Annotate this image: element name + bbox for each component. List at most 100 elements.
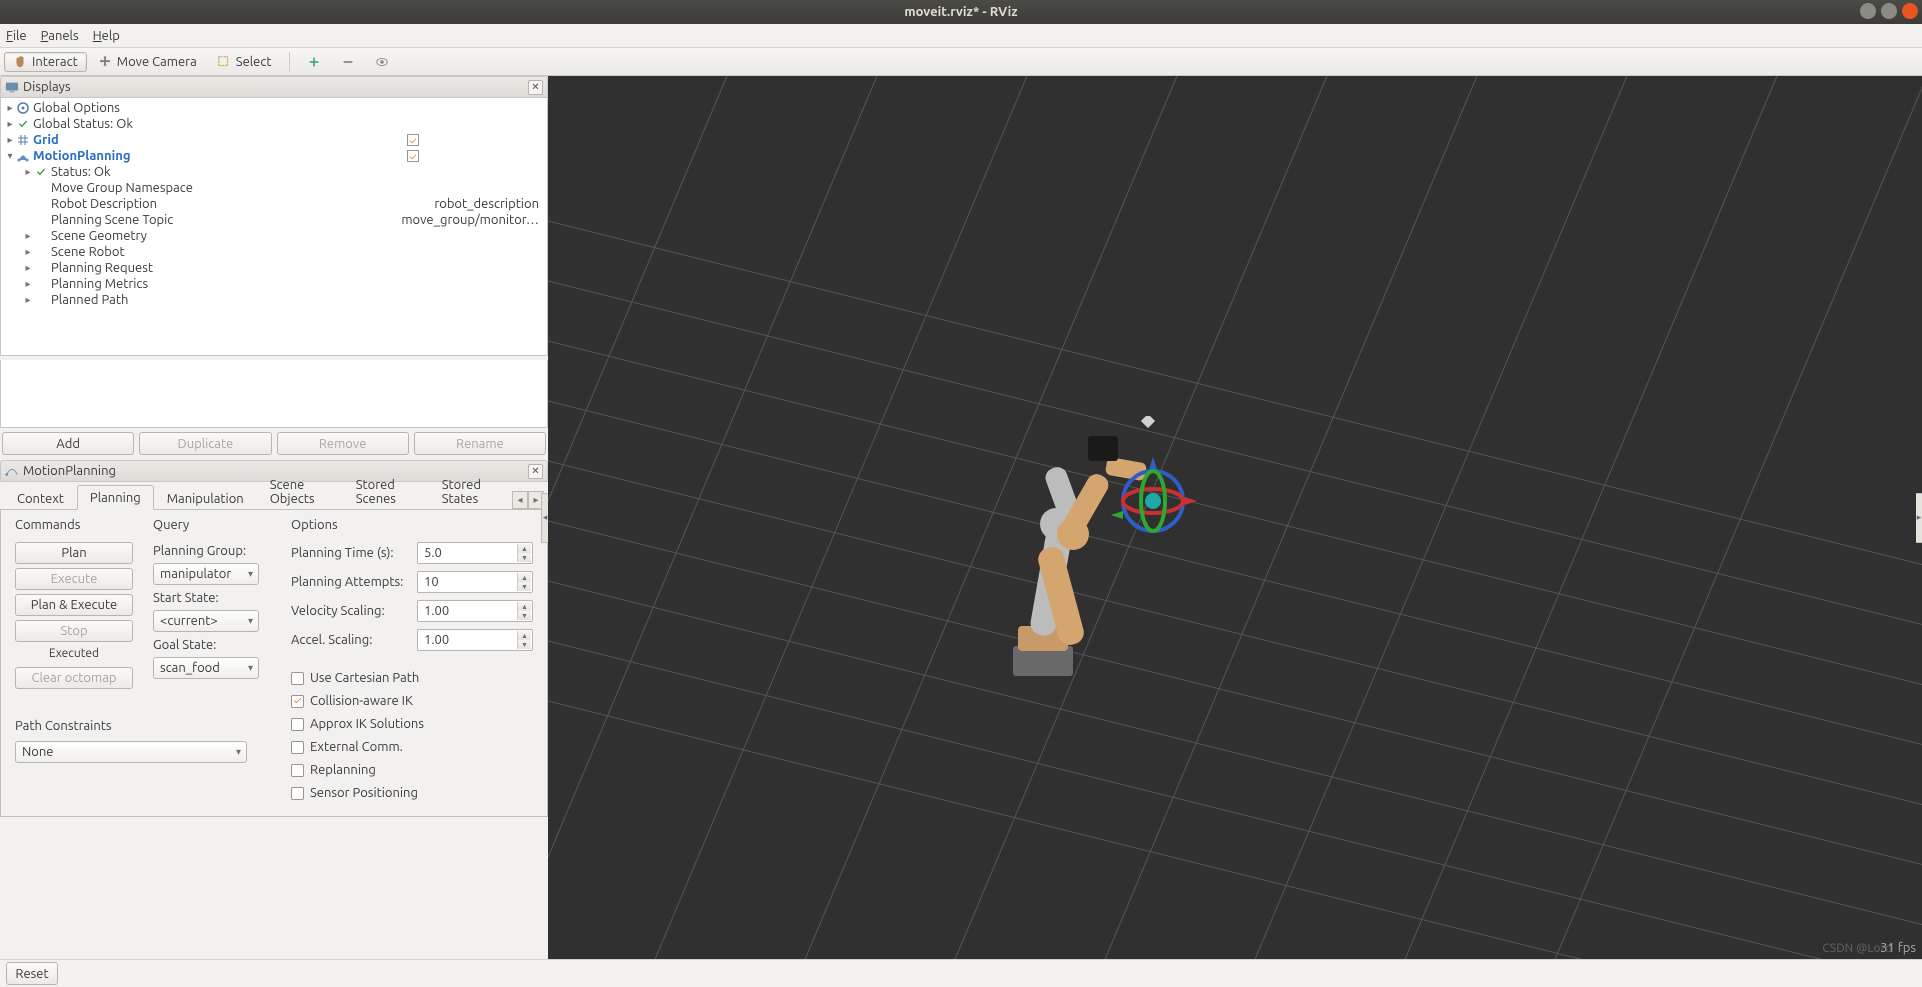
tab-scene-objects[interactable]: Scene Objects xyxy=(257,472,343,510)
interact-button[interactable]: Interact xyxy=(4,52,87,72)
maximize-icon[interactable] xyxy=(1881,3,1897,19)
planning-attempts-input[interactable]: 10▲▼ xyxy=(417,571,533,593)
spin-up-icon[interactable]: ▲ xyxy=(517,544,531,553)
collision-ik-checkbox[interactable]: ✓Collision-aware IK xyxy=(291,694,533,708)
planning-time-label: Planning Time (s): xyxy=(291,546,409,560)
eye-icon xyxy=(375,55,389,69)
stop-button: Stop xyxy=(15,620,133,642)
spin-up-icon[interactable]: ▲ xyxy=(517,602,531,611)
planning-time-input[interactable]: 5.0▲▼ xyxy=(417,542,533,564)
accel-scaling-input[interactable]: 1.00▲▼ xyxy=(417,629,533,651)
displays-icon xyxy=(5,80,19,94)
select-button[interactable]: Select xyxy=(208,52,281,72)
toolbar: Interact Move Camera Select xyxy=(0,48,1922,76)
duplicate-button: Duplicate xyxy=(139,432,271,455)
close-icon[interactable] xyxy=(1902,3,1918,19)
menu-file[interactable]: File xyxy=(6,29,27,43)
tree-mp-movegroup-ns[interactable]: Move Group Namespace xyxy=(1,180,547,196)
plan-execute-button[interactable]: Plan & Execute xyxy=(15,594,133,616)
spin-up-icon[interactable]: ▲ xyxy=(517,631,531,640)
focus-eye-button[interactable] xyxy=(366,52,398,72)
accel-scaling-label: Accel. Scaling: xyxy=(291,633,409,647)
path-constraints-combo[interactable]: None xyxy=(15,741,247,763)
select-label: Select xyxy=(236,55,272,69)
gear-icon xyxy=(17,102,29,114)
plus-icon xyxy=(307,55,321,69)
grid-icon xyxy=(17,134,29,146)
move-camera-button[interactable]: Move Camera xyxy=(89,52,206,72)
tab-planning[interactable]: Planning xyxy=(77,485,154,510)
robot-model xyxy=(978,416,1238,696)
hand-icon xyxy=(13,55,27,69)
minimize-icon[interactable] xyxy=(1860,3,1876,19)
query-heading: Query xyxy=(153,518,285,532)
tab-stored-states[interactable]: Stored States xyxy=(429,472,512,510)
motionplanning-checkbox[interactable]: ✓ xyxy=(407,150,419,162)
menubar: File Panels Help xyxy=(0,24,1922,48)
tree-global-status[interactable]: ▸✓Global Status: Ok xyxy=(1,116,547,132)
tree-mp-scene-geometry[interactable]: ▸Scene Geometry xyxy=(1,228,547,244)
motionplanning-title: MotionPlanning xyxy=(23,464,116,478)
external-comm-checkbox[interactable]: External Comm. xyxy=(291,740,533,754)
reset-button[interactable]: Reset xyxy=(6,962,58,985)
replanning-checkbox[interactable]: Replanning xyxy=(291,763,533,777)
start-state-combo[interactable]: <current> xyxy=(153,610,259,632)
menu-panels[interactable]: Panels xyxy=(41,29,79,43)
tab-manipulation[interactable]: Manipulation xyxy=(154,486,257,510)
spin-down-icon[interactable]: ▼ xyxy=(517,640,531,649)
focus-remove-button[interactable] xyxy=(332,52,364,72)
minus-icon xyxy=(341,55,355,69)
planning-group-combo[interactable]: manipulator xyxy=(153,563,259,585)
tree-global-options[interactable]: ▸Global Options xyxy=(1,100,547,116)
tree-motionplanning[interactable]: ▾MotionPlanning✓ xyxy=(1,148,547,164)
tree-grid[interactable]: ▸Grid✓ xyxy=(1,132,547,148)
options-heading: Options xyxy=(291,518,533,532)
tree-mp-planned-path[interactable]: ▸Planned Path xyxy=(1,292,547,308)
focus-add-button[interactable] xyxy=(298,52,330,72)
grid-checkbox[interactable]: ✓ xyxy=(407,134,419,146)
goal-state-label: Goal State: xyxy=(153,638,285,652)
spin-down-icon[interactable]: ▼ xyxy=(517,582,531,591)
approx-ik-checkbox[interactable]: Approx IK Solutions xyxy=(291,717,533,731)
tab-stored-scenes[interactable]: Stored Scenes xyxy=(343,472,429,510)
add-button[interactable]: Add xyxy=(2,432,134,455)
tree-mp-planning-request[interactable]: ▸Planning Request xyxy=(1,260,547,276)
move-camera-label: Move Camera xyxy=(117,55,197,69)
plan-button[interactable]: Plan xyxy=(15,542,133,564)
check-icon: ✓ xyxy=(33,166,49,179)
menu-help[interactable]: Help xyxy=(93,29,120,43)
clear-octomap-button: Clear octomap xyxy=(15,667,133,689)
goal-state-combo[interactable]: scan_food xyxy=(153,657,259,679)
rename-button: Rename xyxy=(414,432,546,455)
viewport-3d[interactable]: ◂ ▸ xyxy=(548,76,1922,959)
spin-up-icon[interactable]: ▲ xyxy=(517,573,531,582)
window-title: moveit.rviz* - RViz xyxy=(904,5,1017,19)
displays-tree[interactable]: ▸Global Options ▸✓Global Status: Ok ▸Gri… xyxy=(0,98,548,356)
displays-title: Displays xyxy=(23,80,71,94)
tree-mp-status[interactable]: ▸✓Status: Ok xyxy=(1,164,547,180)
motion-icon xyxy=(5,464,19,478)
tree-mp-scene-robot[interactable]: ▸Scene Robot xyxy=(1,244,547,260)
collapse-left-handle[interactable]: ◂ xyxy=(541,493,548,543)
planning-attempts-label: Planning Attempts: xyxy=(291,575,409,589)
displays-close-button[interactable]: ✕ xyxy=(528,80,543,95)
toolbar-separator xyxy=(289,52,290,72)
spin-down-icon[interactable]: ▼ xyxy=(517,611,531,620)
sensor-positioning-checkbox[interactable]: Sensor Positioning xyxy=(291,786,533,800)
interact-label: Interact xyxy=(32,55,78,69)
use-cartesian-checkbox[interactable]: Use Cartesian Path xyxy=(291,671,533,685)
tab-scroll-left[interactable]: ◂ xyxy=(512,491,528,509)
displays-description xyxy=(0,360,548,428)
velocity-scaling-input[interactable]: 1.00▲▼ xyxy=(417,600,533,622)
displays-panel-header[interactable]: Displays ✕ xyxy=(0,76,548,98)
spin-down-icon[interactable]: ▼ xyxy=(517,553,531,562)
check-icon: ✓ xyxy=(15,118,31,131)
tree-mp-robot-desc[interactable]: Robot Descriptionrobot_description xyxy=(1,196,547,212)
tree-mp-planning-metrics[interactable]: ▸Planning Metrics xyxy=(1,276,547,292)
motionplanning-close-button[interactable]: ✕ xyxy=(528,464,543,479)
tab-context[interactable]: Context xyxy=(4,486,77,510)
motion-icon xyxy=(17,150,29,162)
select-icon xyxy=(217,55,231,69)
path-constraints-label: Path Constraints xyxy=(15,719,147,733)
tree-mp-scene-topic[interactable]: Planning Scene Topicmove_group/monitor… xyxy=(1,212,547,228)
